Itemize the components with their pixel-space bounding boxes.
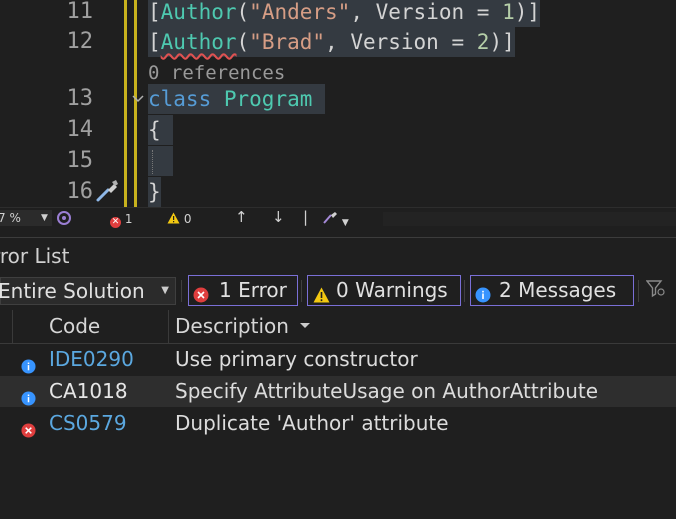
chevron-down-icon: ▼: [161, 285, 169, 296]
table-row[interactable]: CA1018 Specify AttributeUsage on AuthorA…: [0, 376, 676, 407]
error-list-panel: rror List Entire Solution ▼ 1 Error 0 Wa…: [0, 237, 676, 519]
warning-count-indicator[interactable]: 0: [167, 211, 191, 227]
info-icon: [475, 282, 491, 303]
code-text[interactable]: [Author("Anders", Version = 1)]: [148, 0, 541, 27]
error-icon: ✕: [110, 217, 121, 228]
code-text[interactable]: class Program: [148, 84, 326, 114]
toolbar-separator: [638, 280, 639, 302]
separator: |: [303, 208, 309, 226]
code-cleanup-button[interactable]: ▼: [322, 211, 349, 231]
health-indicator-icon[interactable]: [57, 211, 71, 229]
warning-icon: [313, 282, 330, 303]
info-icon: [21, 352, 36, 374]
toolbar-separator: [181, 280, 182, 302]
diagnostic-description: Use primary constructor: [175, 347, 418, 371]
line-number: 11: [66, 0, 94, 24]
code-editor[interactable]: 11 [Author("Anders", Version = 1)] 12 [A…: [0, 0, 676, 207]
error-squiggle: Author: [160, 30, 237, 54]
filter-funnel-icon[interactable]: [645, 280, 666, 302]
error-icon: [21, 416, 36, 438]
toolbar-separator: [301, 280, 302, 302]
code-line-15[interactable]: 15: [0, 146, 676, 176]
code-line-11[interactable]: 11 [Author("Anders", Version = 1)]: [0, 0, 676, 27]
panel-title: rror List: [0, 244, 70, 268]
info-icon: [21, 384, 36, 406]
column-separator[interactable]: [12, 310, 13, 343]
diagnostic-description: Duplicate 'Author' attribute: [175, 411, 449, 435]
error-list-toolbar: Entire Solution ▼ 1 Error 0 Warnings 2 M…: [0, 274, 676, 306]
screwdriver-brush-icon[interactable]: [94, 178, 120, 207]
diagnostic-code-link[interactable]: CS0579: [49, 408, 127, 439]
column-separator[interactable]: [168, 310, 169, 343]
sort-chevron-icon: [295, 314, 311, 338]
code-line-12[interactable]: 12 [Author("Brad", Version = 2)]: [0, 27, 676, 57]
table-row[interactable]: CS0579 Duplicate 'Author' attribute: [0, 408, 676, 439]
diagnostic-description: Specify AttributeUsage on AuthorAttribut…: [175, 379, 599, 403]
code-text[interactable]: }: [148, 177, 161, 207]
broom-icon: [322, 212, 342, 228]
table-row[interactable]: IDE0290 Use primary constructor: [0, 344, 676, 375]
previous-issue-button[interactable]: ↑: [235, 209, 248, 225]
line-number: 15: [66, 148, 94, 173]
code-text[interactable]: [Author("Brad", Version = 2)]: [148, 27, 515, 57]
toolbar-separator: [464, 280, 465, 302]
line-number: 14: [66, 117, 94, 142]
code-line-14[interactable]: 14 {: [0, 115, 676, 145]
diagnostic-code-link[interactable]: CA1018: [49, 376, 128, 407]
line-number: 16: [66, 179, 94, 204]
code-text[interactable]: {: [148, 115, 174, 145]
line-number: 12: [66, 29, 94, 54]
chevron-down-icon: ▼: [41, 213, 48, 223]
codelens-references[interactable]: 0 references: [148, 60, 285, 86]
error-count-indicator[interactable]: ✕ 1: [110, 211, 132, 228]
errors-filter-button[interactable]: 1 Error: [188, 275, 298, 306]
chevron-down-icon: ▼: [341, 218, 349, 228]
warning-icon: [167, 212, 184, 226]
column-header-code[interactable]: Code: [49, 310, 100, 343]
horizontal-scrollbar[interactable]: [383, 212, 676, 226]
column-header-description[interactable]: Description: [175, 310, 311, 343]
warnings-filter-button[interactable]: 0 Warnings: [307, 275, 461, 306]
error-icon: [193, 282, 209, 303]
messages-filter-button[interactable]: 2 Messages: [470, 275, 634, 306]
scope-dropdown[interactable]: Entire Solution ▼: [0, 277, 176, 305]
indent-guide: [152, 150, 154, 174]
zoom-dropdown[interactable]: 7 % ▼: [0, 210, 52, 226]
diagnostic-code-link[interactable]: IDE0290: [49, 344, 134, 375]
error-list-header: Code Description: [0, 310, 676, 344]
next-issue-button[interactable]: ↓: [272, 209, 285, 225]
line-number: 13: [66, 86, 94, 111]
code-line-13[interactable]: 13 class Program: [0, 84, 676, 114]
